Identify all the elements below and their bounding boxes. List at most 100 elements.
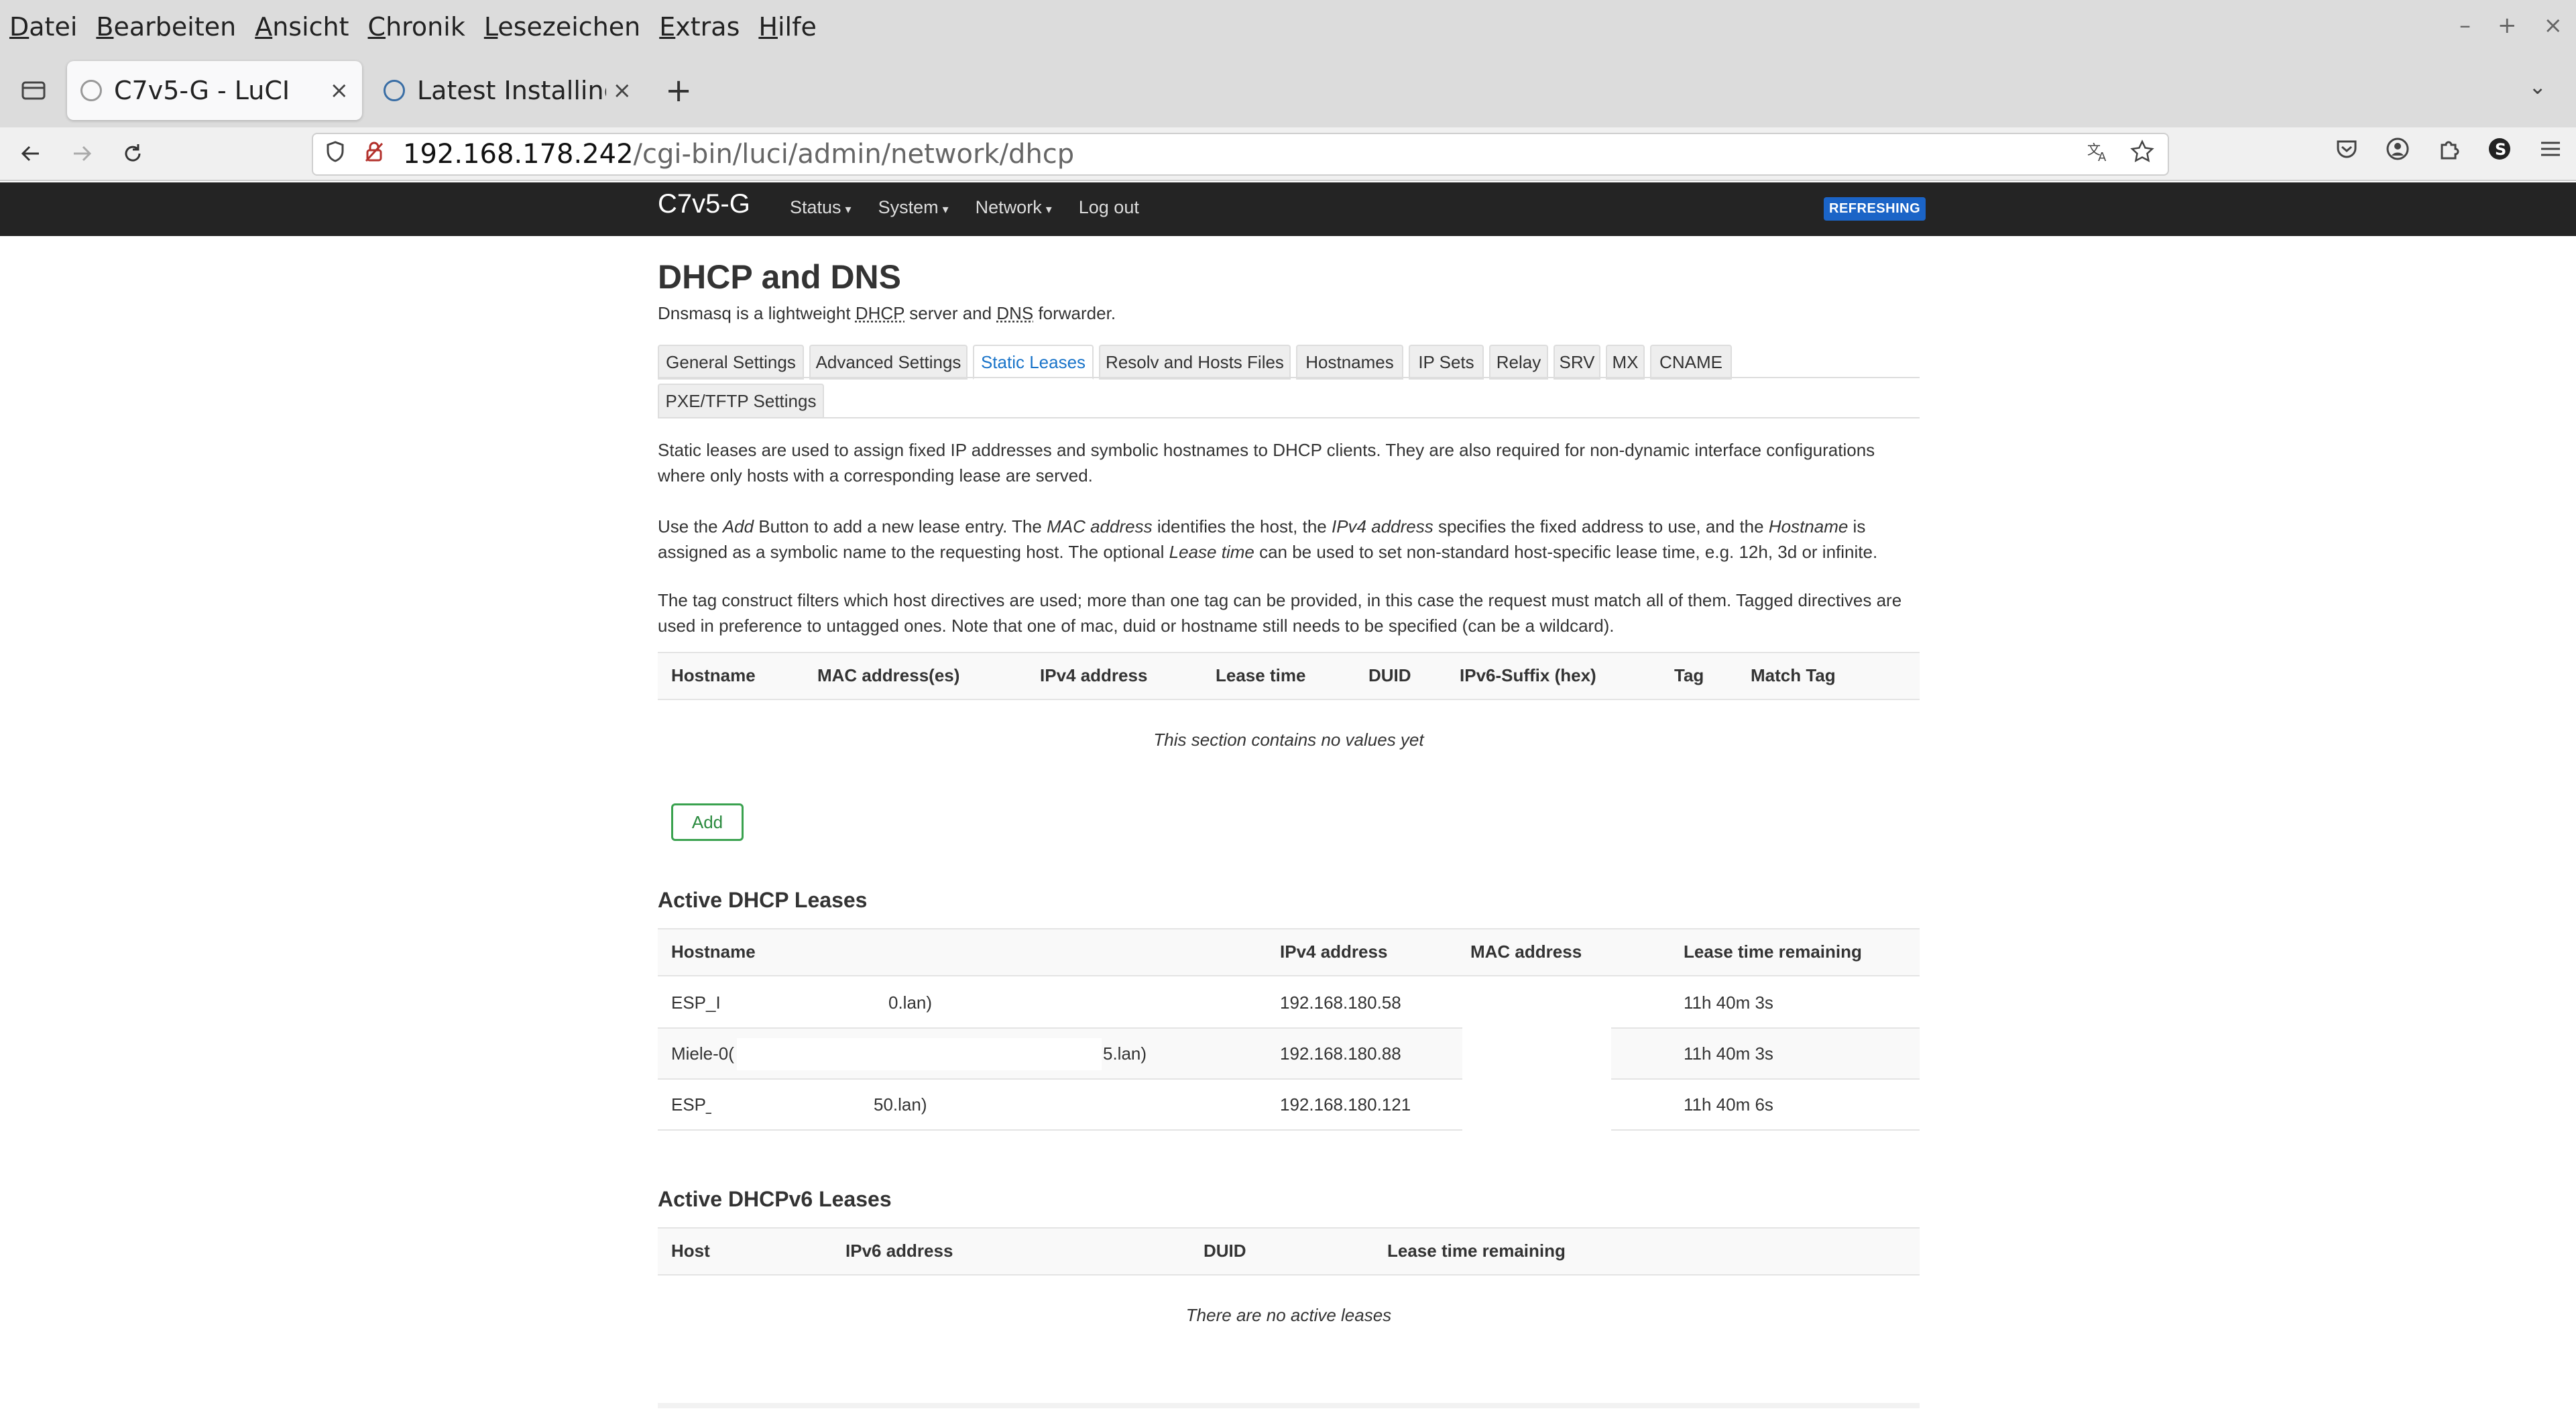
tab-bar: C7v5-G - LuCI × Latest Installing an × +… [0, 54, 2576, 127]
tab-cname[interactable]: CNAME [1650, 345, 1732, 380]
lease-ipv4: 192.168.180.58 [1280, 993, 1401, 1013]
col-hostname: Hostname [671, 942, 756, 962]
col-lease-remaining: Lease time remaining [1684, 942, 1862, 962]
extensions-icon[interactable] [2437, 137, 2461, 167]
menu-network[interactable]: Network ▾ [976, 197, 1052, 218]
tabs-divider [658, 417, 1920, 418]
tab-installing[interactable]: Latest Installing an × [370, 61, 645, 120]
col-ipv4-address: IPv4 address [1040, 665, 1148, 685]
translate-icon[interactable]: 文A [2086, 139, 2110, 170]
firefox-view-icon[interactable] [7, 64, 60, 117]
lease-hostname-suffix: 50.lan) [874, 1094, 927, 1115]
lease-hostname: ESP_I [671, 993, 721, 1013]
static-leases-intro: Static leases are used to assign fixed I… [658, 440, 1875, 486]
menu-ansicht[interactable]: Ansicht [255, 12, 349, 42]
lease-ipv4: 192.168.180.88 [1280, 1043, 1401, 1064]
static-leases-empty: This section contains no values yet [1153, 730, 1424, 750]
col-ipv6-suffix: IPv6-Suffix (hex) [1460, 665, 1596, 685]
col-mac-addresses: MAC address(es) [817, 665, 960, 685]
tab-luci[interactable]: C7v5-G - LuCI × [67, 61, 362, 120]
tab-hostnames[interactable]: Hostnames [1296, 345, 1403, 380]
tab-installing-label: Latest Installing an [417, 76, 606, 105]
menu-hilfe[interactable]: Hilfe [758, 12, 816, 42]
static-leases-table-header: Hostname MAC address(es) IPv4 address Le… [658, 652, 1920, 700]
add-lease-button[interactable]: Add [671, 803, 744, 841]
svg-text:S: S [2495, 140, 2506, 159]
close-tab-icon[interactable]: × [330, 77, 349, 104]
list-tabs-icon[interactable]: ⌄ [2528, 74, 2546, 99]
static-leases-usage: Use the Add Button to add a new lease en… [658, 516, 1878, 562]
insecure-lock-icon[interactable] [357, 141, 391, 168]
mac-redaction-mask [1462, 979, 1611, 1131]
dhcp-abbr: DHCP [855, 303, 905, 323]
back-button[interactable] [11, 133, 51, 174]
table-row: ESP_ 50.lan) 192.168.180.121 11h 40m 6s [658, 1080, 1920, 1131]
lease-hostname: Miele-0( [671, 1043, 734, 1064]
url-bar[interactable]: 192.168.178.242/cgi-bin/luci/admin/netwo… [312, 133, 2169, 176]
forward-button[interactable] [62, 133, 102, 174]
menu-chronik[interactable]: Chronik [368, 12, 465, 42]
menu-extras[interactable]: Extras [659, 12, 740, 42]
tab-pxe-tftp-settings[interactable]: PXE/TFTP Settings [658, 384, 824, 418]
tab-relay[interactable]: Relay [1489, 345, 1548, 380]
reload-button[interactable] [113, 133, 153, 174]
site-favicon-icon [384, 80, 405, 101]
account-icon[interactable] [2386, 137, 2410, 167]
window-controls: – + × [2459, 12, 2563, 39]
tab-resolv-hosts-files[interactable]: Resolv and Hosts Files [1099, 345, 1291, 380]
col-match-tag: Match Tag [1751, 665, 1836, 685]
tab-luci-label: C7v5-G - LuCI [114, 76, 290, 105]
page-footer-divider [658, 1403, 1920, 1408]
new-tab-button[interactable]: + [665, 72, 692, 109]
menu-datei[interactable]: Datei [9, 12, 77, 42]
tab-srv[interactable]: SRV [1554, 345, 1600, 380]
col-host: Host [671, 1241, 710, 1261]
luci-brand[interactable]: C7v5-G [658, 189, 750, 219]
tab-advanced-settings[interactable]: Advanced Settings [809, 345, 968, 380]
static-leases-tag-note: The tag construct filters which host dir… [658, 590, 1902, 636]
toolbar-right: S [2335, 137, 2563, 167]
col-mac-address: MAC address [1470, 942, 1582, 962]
nav-bar: 192.168.178.242/cgi-bin/luci/admin/netwo… [0, 127, 2576, 181]
bookmark-star-icon[interactable] [2130, 139, 2154, 170]
menu-lesezeichen[interactable]: Lesezeichen [484, 12, 640, 42]
app-menubar: Datei Bearbeiten Ansicht Chronik Lesezei… [0, 0, 2576, 54]
page-description: Dnsmasq is a lightweight DHCP server and… [658, 303, 1116, 323]
hamburger-menu-icon[interactable] [2538, 137, 2563, 167]
col-ipv4-address: IPv4 address [1280, 942, 1388, 962]
close-window-button[interactable]: × [2544, 12, 2563, 39]
dns-abbr: DNS [996, 303, 1034, 323]
lease-hostname: ESP_ [671, 1094, 716, 1115]
caret-down-icon: ▾ [845, 203, 852, 216]
tab-ip-sets[interactable]: IP Sets [1409, 345, 1484, 380]
lease-hostname-suffix: 0.lan) [888, 993, 933, 1013]
close-tab-icon[interactable]: × [613, 77, 632, 104]
wifi-favicon-icon [80, 80, 102, 101]
caret-down-icon: ▾ [942, 203, 949, 216]
active-dhcp-title: Active DHCP Leases [658, 888, 868, 912]
table-row: ESP_I 0.lan) 192.168.180.58 11h 40m 3s [658, 978, 1920, 1029]
dhcpv6-empty: There are no active leases [1185, 1305, 1392, 1325]
menu-system[interactable]: System ▾ [878, 197, 949, 218]
shield-icon[interactable] [318, 141, 352, 168]
svg-text:A: A [2098, 150, 2107, 164]
pocket-icon[interactable] [2335, 137, 2359, 167]
lease-remaining: 11h 40m 6s [1684, 1094, 1773, 1115]
tab-static-leases[interactable]: Static Leases [973, 345, 1094, 380]
col-tag: Tag [1674, 665, 1704, 685]
maximize-button[interactable]: + [2498, 12, 2517, 39]
tab-mx[interactable]: MX [1606, 345, 1645, 380]
refreshing-badge[interactable]: REFRESHING [1824, 197, 1926, 221]
redaction-mask [737, 1038, 1102, 1070]
col-duid: DUID [1368, 665, 1411, 685]
tab-general-settings[interactable]: General Settings [658, 345, 804, 380]
menu-bearbeiten[interactable]: Bearbeiten [96, 12, 236, 42]
redaction-mask [711, 1089, 866, 1121]
menu-status[interactable]: Status ▾ [790, 197, 852, 218]
menu-logout[interactable]: Log out [1079, 197, 1139, 218]
url-path: /cgi-bin/luci/admin/network/dhcp [633, 139, 1075, 170]
s-extension-icon[interactable]: S [2487, 137, 2512, 167]
dhcpv6-table-header: Host IPv6 address DUID Lease time remain… [658, 1227, 1920, 1276]
minimize-button[interactable]: – [2459, 12, 2471, 39]
col-lease-remaining: Lease time remaining [1387, 1241, 1566, 1261]
